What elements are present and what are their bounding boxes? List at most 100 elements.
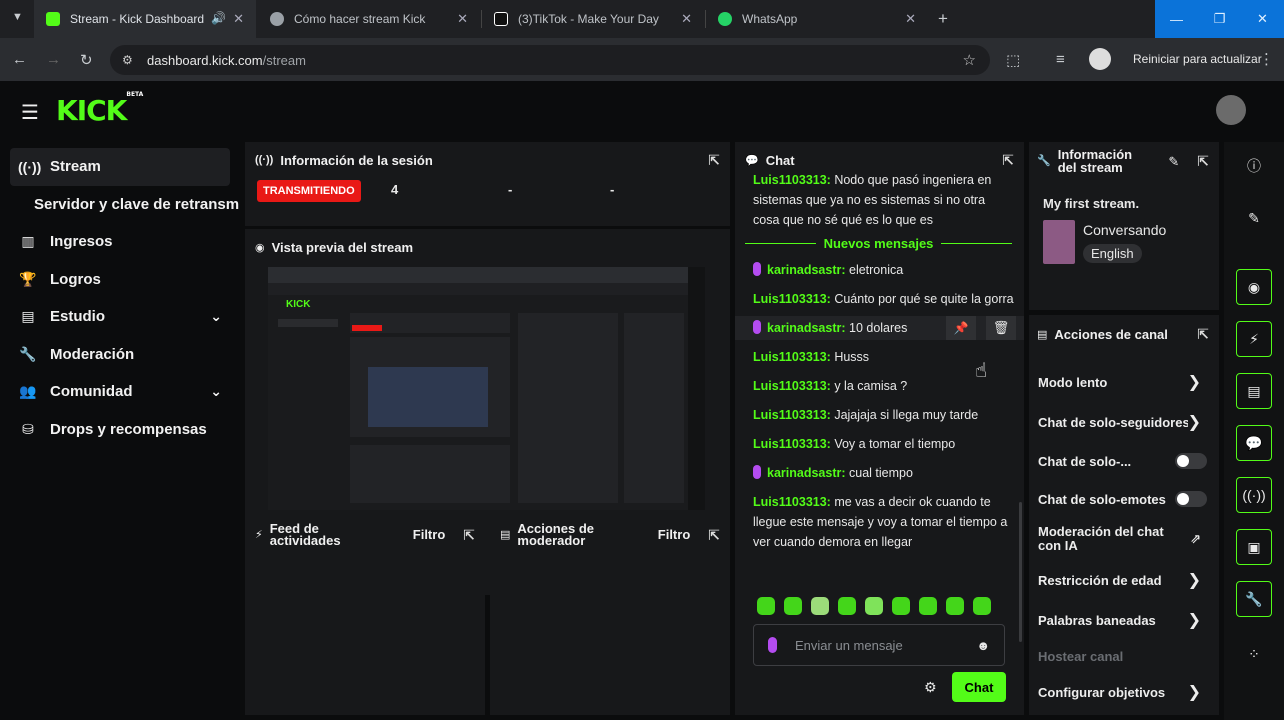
- popout-icon[interactable]: ⇱: [463, 528, 475, 542]
- chat-username[interactable]: Luis1103313:: [753, 379, 831, 393]
- sidebar-item-servidor[interactable]: Servidor y clave de retransm: [0, 186, 240, 224]
- sidebar-item-logros[interactable]: 🏆 Logros: [0, 261, 240, 299]
- popout-icon[interactable]: ⇱: [1197, 326, 1209, 343]
- action-solo-emotes[interactable]: Chat de solo-emotes: [1029, 480, 1219, 518]
- chat-bubble-icon[interactable]: 💬: [1236, 425, 1272, 461]
- action-moderacion-ia[interactable]: Moderación del chat con IA ⇗: [1029, 518, 1219, 560]
- chat-username[interactable]: karinadsastr:: [767, 466, 846, 480]
- emoji-icon[interactable]: ☻: [976, 638, 990, 653]
- extensions-icon[interactable]: ⬚: [1006, 51, 1020, 69]
- chat-username[interactable]: Luis1103313:: [753, 495, 831, 509]
- action-hostear-canal: Hostear canal: [1029, 640, 1219, 672]
- chat-username[interactable]: Luis1103313:: [753, 408, 831, 422]
- close-tab-icon[interactable]: ✕: [457, 11, 468, 27]
- sidebar-item-estudio[interactable]: ▤ Estudio ⌄: [0, 298, 240, 336]
- tab-tiktok[interactable]: (3)TikTok - Make Your Day ✕: [482, 0, 704, 38]
- back-icon[interactable]: ←: [12, 51, 27, 68]
- tab-whatsapp[interactable]: WhatsApp ✕: [706, 0, 928, 38]
- sidebar-item-drops[interactable]: ⛁ Drops y recompensas: [0, 411, 240, 449]
- chat-username[interactable]: Luis1103313:: [753, 292, 831, 306]
- document-icon[interactable]: ▤: [1236, 373, 1272, 409]
- close-tab-icon[interactable]: ✕: [681, 11, 692, 27]
- toggle-switch[interactable]: [1175, 453, 1207, 469]
- toggle-switch[interactable]: [1175, 491, 1207, 507]
- kick-logo[interactable]: KICKBETA: [56, 90, 144, 127]
- reload-icon[interactable]: ↻: [80, 51, 93, 69]
- maximize-icon[interactable]: ❐: [1198, 0, 1241, 38]
- sidebar-item-stream[interactable]: ((·)) Stream: [10, 148, 230, 186]
- sidebar-item-moderacion[interactable]: 🔧 Moderación: [0, 336, 240, 374]
- sidebar-item-comunidad[interactable]: 👥 Comunidad ⌄: [0, 373, 240, 411]
- popout-icon[interactable]: ⇱: [708, 152, 720, 169]
- emote-icon[interactable]: [811, 597, 829, 615]
- emote-icon[interactable]: [892, 597, 910, 615]
- hamburger-menu-icon[interactable]: ☰: [21, 100, 39, 125]
- chat-username[interactable]: Luis1103313:: [753, 173, 831, 187]
- channel-actions-list: Modo lento ❯ Chat de solo-seguidores ❯ Cha…: [1029, 362, 1219, 712]
- chat-username[interactable]: Luis1103313:: [753, 437, 831, 451]
- camera-icon[interactable]: ◉: [1236, 269, 1272, 305]
- lightning-icon[interactable]: ⚡: [1236, 321, 1272, 357]
- action-solo-subs[interactable]: Chat de solo-...: [1029, 442, 1219, 480]
- sidebar-item-ingresos[interactable]: ▥ Ingresos: [0, 223, 240, 261]
- info-icon[interactable]: ⓘ: [1236, 148, 1272, 184]
- emote-icon[interactable]: [946, 597, 964, 615]
- gear-icon[interactable]: ⚙: [924, 679, 937, 696]
- tab-kick-dashboard[interactable]: Stream - Kick Dashboard 🔊 ✕: [34, 0, 256, 38]
- chat-scrollbar[interactable]: [1019, 502, 1022, 642]
- emote-icon[interactable]: [865, 597, 883, 615]
- wrench-icon[interactable]: 🔧: [1236, 581, 1272, 617]
- edit-pencil-icon[interactable]: ✎: [1236, 200, 1272, 236]
- user-avatar[interactable]: [1216, 95, 1246, 125]
- settings-dots-icon[interactable]: ⁘: [1236, 636, 1272, 672]
- emote-icon[interactable]: [973, 597, 991, 615]
- action-restriccion-edad[interactable]: Restricción de edad ❯: [1029, 560, 1219, 600]
- action-modo-lento[interactable]: Modo lento ❯: [1029, 362, 1219, 402]
- session-stats: TRANSMITIENDO 4 - -: [245, 178, 730, 218]
- forward-icon[interactable]: →: [46, 51, 61, 68]
- action-palabras-baneadas[interactable]: Palabras baneadas ❯: [1029, 600, 1219, 640]
- media-icon[interactable]: ≡: [1056, 51, 1065, 68]
- emote-icon[interactable]: [784, 597, 802, 615]
- action-solo-seguidores[interactable]: Chat de solo-seguidores ❯: [1029, 402, 1219, 442]
- popout-icon[interactable]: ⇱: [1002, 152, 1014, 169]
- emote-icon[interactable]: [757, 597, 775, 615]
- edit-pencil-icon[interactable]: ✎: [1168, 155, 1179, 168]
- layout-icon[interactable]: ▣: [1236, 529, 1272, 565]
- chat-input[interactable]: Enviar un mensaje ☻: [753, 624, 1005, 666]
- minimize-icon[interactable]: —: [1155, 0, 1198, 38]
- stream-preview-video[interactable]: KICK: [268, 267, 705, 510]
- chat-message: karinadsastr: eletronica: [735, 260, 1024, 280]
- new-tab-icon[interactable]: +: [938, 9, 948, 29]
- sidebar-item-label: Drops y recompensas: [50, 420, 207, 438]
- close-tab-icon[interactable]: ✕: [233, 11, 244, 27]
- url-field[interactable]: ⚙ dashboard.kick.com/stream ☆: [110, 45, 990, 75]
- menu-dots-icon[interactable]: ⋮: [1259, 50, 1274, 68]
- popout-icon[interactable]: ⇱: [1197, 154, 1209, 168]
- close-tab-icon[interactable]: ✕: [905, 11, 916, 27]
- filter-button[interactable]: Filtro: [413, 528, 446, 541]
- filter-button[interactable]: Filtro: [658, 528, 691, 541]
- bookmark-star-icon[interactable]: ☆: [963, 51, 976, 69]
- chat-username[interactable]: karinadsastr:: [767, 263, 846, 277]
- tab-como-hacer-stream[interactable]: Cómo hacer stream Kick ✕: [258, 0, 480, 38]
- emote-icon[interactable]: [919, 597, 937, 615]
- logo-beta: BETA: [126, 90, 144, 98]
- pin-icon[interactable]: 📌: [946, 316, 976, 340]
- tab-list-icon[interactable]: ▼: [12, 11, 23, 23]
- trash-icon[interactable]: 🗑: [986, 316, 1016, 340]
- audio-icon[interactable]: 🔊: [211, 11, 226, 25]
- chat-username[interactable]: karinadsastr:: [767, 321, 846, 335]
- popout-icon[interactable]: ⇱: [708, 528, 720, 542]
- category-name[interactable]: Conversando: [1083, 222, 1166, 238]
- broadcast-icon[interactable]: ((·)): [1236, 477, 1272, 513]
- close-window-icon[interactable]: ✕: [1241, 0, 1284, 38]
- send-chat-button[interactable]: Chat: [952, 672, 1006, 702]
- site-settings-icon[interactable]: ⚙: [122, 53, 133, 67]
- chat-username[interactable]: Luis1103313:: [753, 350, 831, 364]
- update-button[interactable]: Reiniciar para actualizar: [1133, 52, 1262, 66]
- profile-avatar[interactable]: [1089, 48, 1111, 70]
- action-configurar-objetivos[interactable]: Configurar objetivos ❯: [1029, 672, 1219, 712]
- emote-icon[interactable]: [838, 597, 856, 615]
- session-stat: -: [508, 182, 513, 197]
